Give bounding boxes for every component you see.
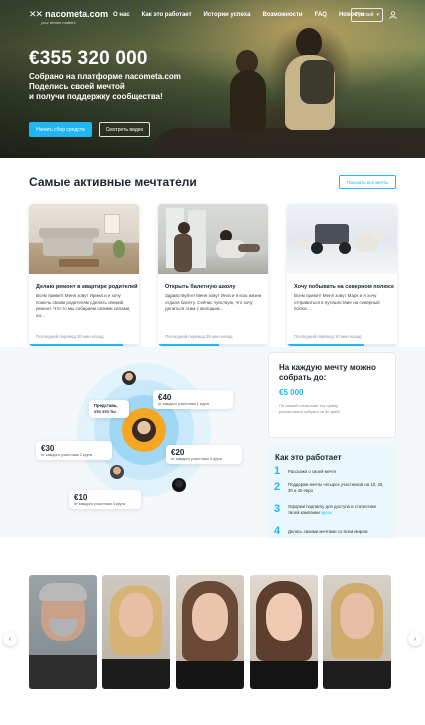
language-select[interactable]: Русский ▾	[351, 8, 383, 22]
dream-card[interactable]: Хочу побывать на северном полюсе Всем пр…	[287, 204, 397, 346]
dream-title: Делаю ремонт в квартире родителей	[36, 284, 138, 290]
reward-amount: €30	[41, 444, 55, 453]
step-text: Поддержи мечты четырех участников на 10,…	[288, 482, 384, 493]
reward-amount: €10	[74, 493, 88, 502]
step-number: 3	[274, 503, 281, 515]
step-item: 1 Расскажи о своей мечте	[274, 466, 388, 477]
dream-photo	[29, 204, 139, 274]
reward-amount: €20	[171, 448, 185, 457]
reward-amount: €40	[158, 393, 172, 402]
reward-badge-circle-4: €10 от каждого участника 4 круга	[69, 490, 141, 509]
reward-badge-circle-3: €20 от каждого участника 3 круга	[166, 445, 242, 464]
carousel-next-button[interactable]: ›	[408, 632, 422, 646]
logo-tagline: your dream matters	[41, 20, 76, 25]
dream-card[interactable]: Открыть балетную школу Здравствуйте! Мен…	[158, 204, 268, 346]
member-avatar	[172, 478, 186, 492]
you-label-text: Представь, что это ты	[94, 403, 118, 414]
how-it-works-box: Как это работает 1 Расскажи о своей мечт…	[268, 446, 396, 538]
max-amount-box: На каждую мечту можно собрать до: €5 000…	[268, 352, 396, 438]
video-thumbnail[interactable]	[176, 575, 244, 689]
reward-label: от каждого участника 1 круга	[158, 402, 209, 406]
step-item: 2 Поддержи мечты четырех участников на 1…	[274, 482, 388, 494]
step-number: 2	[274, 481, 281, 493]
hero-backpack	[300, 60, 334, 104]
dream-progress-fill	[158, 344, 219, 346]
hero-subtitle-line: и получи поддержку сообщества!	[29, 92, 163, 101]
dream-progress-bar	[29, 344, 139, 346]
dream-progress-bar	[287, 344, 397, 346]
dream-progress-fill	[29, 344, 123, 346]
last-transfer: Последний перевод 20 мин назад	[36, 334, 104, 339]
reward-badge-circle-2: €30 от каждого участника 2 круга	[36, 441, 112, 460]
dream-progress-bar	[158, 344, 268, 346]
chevron-left-icon: ‹	[8, 635, 12, 643]
hero-person-head	[296, 28, 322, 58]
dream-title: Открыть балетную школу	[165, 284, 236, 290]
step-text: Делись своими мечтами со всем миром	[288, 529, 368, 534]
logo-text: nacometa.com	[45, 9, 109, 19]
total-raised-amount: €355 320 000	[29, 48, 148, 69]
step-text: Оформи подписку для доступа и статистике…	[288, 504, 388, 516]
nav-how-it-works[interactable]: Как это работает	[142, 12, 192, 18]
video-thumbnail[interactable]	[29, 575, 97, 689]
last-transfer: Последний перевод 10 мин назад	[294, 334, 362, 339]
step-item: 3 Оформи подписку для доступа и статисти…	[274, 504, 388, 516]
dream-progress-fill	[287, 344, 364, 346]
hero-rock	[150, 128, 425, 158]
nav-opportunities[interactable]: Возможности	[262, 12, 302, 18]
reward-label: от каждого участника 3 круга	[171, 457, 222, 461]
dream-title: Хочу побывать на северном полюсе	[294, 284, 395, 290]
carousel-prev-button[interactable]: ‹	[3, 632, 17, 646]
hero-subtitle-line: Собрано на платформе nacometa.com	[29, 72, 181, 81]
reward-badge-circle-1: €40 от каждого участника 1 круга	[153, 390, 233, 409]
dream-description: Всем привет! Меня зовут Марк и я хочу от…	[294, 293, 380, 311]
dream-description: Всем привет! Меня зовут Ирина и я хочу п…	[36, 293, 131, 318]
hero-person	[230, 70, 266, 130]
reward-label: от каждого участника 2 круга	[41, 453, 92, 457]
last-transfer: Последний перевод 35 мин назад	[165, 334, 233, 339]
see-all-dreams-button[interactable]: Показать все мечты	[339, 175, 396, 189]
chevron-right-icon: ›	[413, 635, 417, 643]
user-icon[interactable]	[389, 11, 397, 19]
hero-subtitle: Собрано на платформе nacometa.com Подели…	[29, 72, 199, 102]
hero-section: ✕✕ nacometa.com your dream matters О нас…	[0, 0, 425, 158]
video-thumbnail[interactable]	[250, 575, 318, 689]
logo-mark-icon: ✕✕	[29, 8, 43, 19]
nav-success-stories[interactable]: Истории успеха	[204, 12, 251, 18]
video-thumbnail[interactable]	[323, 575, 391, 689]
max-amount-value: €5 000	[279, 388, 304, 397]
dream-description: Здравствуйте! Меня зовут Инга и я всю жи…	[165, 293, 262, 311]
dream-photo	[158, 204, 268, 274]
subscription-link[interactable]: здесь	[321, 510, 332, 515]
nav-about[interactable]: О нас	[113, 12, 130, 18]
main-menu: О нас Как это работает Истории успеха Во…	[113, 12, 364, 18]
how-it-works-title: Как это работает	[275, 453, 342, 462]
you-label: Представь, что это ты	[89, 400, 129, 418]
video-thumbnail[interactable]	[102, 575, 170, 689]
logo[interactable]: ✕✕ nacometa.com your dream matters	[29, 8, 109, 25]
dream-card[interactable]: Делаю ремонт в квартире родителей Всем п…	[29, 204, 139, 346]
start-fundraising-button[interactable]: Начать сбор средств	[29, 122, 92, 137]
top-navigation: ✕✕ nacometa.com your dream matters О нас…	[0, 0, 425, 32]
reward-label: от каждого участника 4 круга	[74, 502, 125, 506]
section-title: Самые активные мечтатели	[29, 175, 197, 189]
nav-faq[interactable]: FAQ	[315, 12, 327, 18]
video-testimonials	[0, 538, 425, 725]
member-avatar	[122, 371, 136, 385]
language-label: Русский	[354, 12, 374, 18]
member-avatar	[110, 465, 124, 479]
max-amount-heading: На каждую мечту можно собрать до:	[279, 363, 376, 382]
chevron-down-icon: ▾	[376, 12, 380, 18]
hero-subtitle-line: Поделись своей мечтой	[29, 82, 125, 91]
watch-video-button[interactable]: Смотреть видео	[99, 122, 150, 137]
step-number: 1	[274, 465, 281, 477]
max-amount-note: По нашей статистике эту сумму реалистичн…	[279, 403, 340, 414]
step-number: 4	[274, 525, 281, 537]
dream-photo	[287, 204, 397, 274]
step-item: 4 Делись своими мечтами со всем миром	[274, 526, 388, 537]
step-text: Расскажи о своей мечте	[288, 469, 337, 474]
center-avatar	[132, 418, 156, 442]
